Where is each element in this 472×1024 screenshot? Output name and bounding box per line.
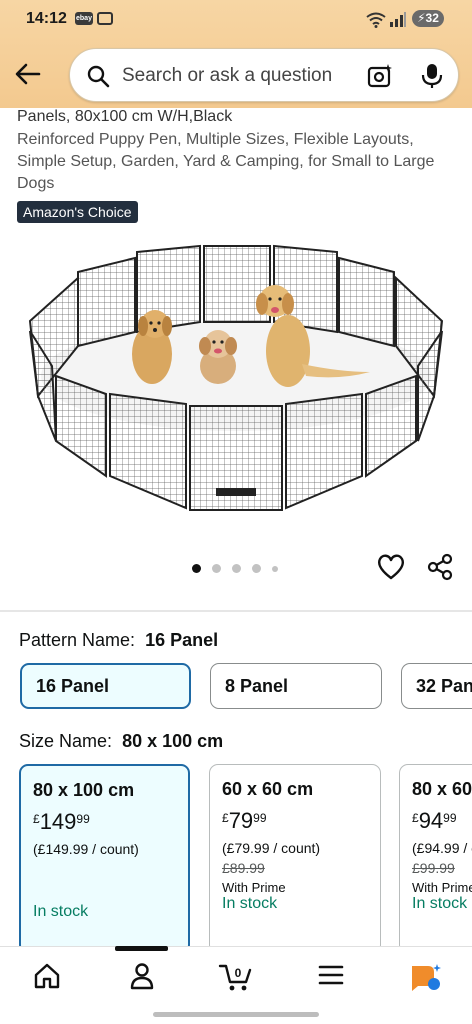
dog-middle: [199, 330, 237, 384]
price-whole: 94: [418, 808, 444, 833]
rufus-icon[interactable]: [408, 962, 442, 992]
size-option-price: £9499: [412, 808, 472, 834]
size-option-price: £14999: [33, 809, 176, 835]
size-label-text: Size Name:: [19, 731, 113, 751]
pattern-label-text: Pattern Name:: [19, 630, 136, 650]
home-icon[interactable]: [33, 962, 61, 990]
account-icon[interactable]: [128, 962, 156, 990]
product-image[interactable]: [20, 236, 452, 526]
price-currency: £: [33, 812, 40, 826]
battery-level: 32: [425, 11, 439, 25]
price-currency: £: [222, 811, 229, 825]
share-icon[interactable]: [426, 553, 454, 581]
size-selected-value: 80 x 100 cm: [122, 731, 224, 751]
heart-icon[interactable]: [376, 553, 406, 581]
wifi-icon: [366, 12, 386, 28]
size-option-stock: In stock: [33, 903, 89, 920]
search-bar[interactable]: Search or ask a question: [69, 48, 459, 102]
home-gesture-bar[interactable]: [153, 1012, 319, 1017]
carousel-dot[interactable]: [232, 564, 241, 573]
active-tab-indicator: [115, 946, 168, 951]
size-name-label: Size Name: 80 x 100 cm: [19, 731, 223, 752]
amazons-choice-badge: Amazon's Choice: [17, 201, 138, 223]
size-option-unit-price: (£149.99 / count): [33, 841, 139, 857]
size-option-card[interactable]: 60 x 60 cm £7999 (£79.99 / count) £89.99…: [209, 764, 381, 954]
size-option-name: 80 x 100 cm: [33, 780, 135, 800]
status-bar: 14:12 ebay ⚡32: [0, 0, 472, 38]
size-option-was-price: £99.99: [412, 860, 455, 876]
size-option-card[interactable]: 80 x 100 cm £14999 (£149.99 / count) In …: [19, 764, 190, 954]
search-input[interactable]: Search or ask a question: [122, 65, 332, 87]
signal-icon: [390, 12, 406, 27]
price-fraction: 99: [76, 812, 90, 826]
size-option-name: 80 x 60 cm: [412, 779, 472, 799]
battery-icon: ⚡32: [412, 10, 444, 27]
pattern-option-16-panel[interactable]: 16 Panel: [20, 663, 191, 709]
size-option-prime-label: With Prime: [222, 880, 286, 895]
price-whole: 149: [39, 809, 77, 834]
back-arrow-icon[interactable]: [14, 60, 42, 88]
pattern-option-32-panel[interactable]: 32 Panel: [401, 663, 472, 709]
cart-count: 0: [235, 966, 242, 980]
status-time: 14:12: [26, 10, 67, 27]
cart-icon[interactable]: 0: [218, 962, 254, 992]
product-title: Reinforced Puppy Pen, Multiple Sizes, Fl…: [17, 131, 435, 192]
microphone-icon[interactable]: [420, 62, 444, 90]
price-currency: £: [412, 811, 419, 825]
size-option-price: £7999: [222, 808, 368, 834]
section-divider: [0, 610, 472, 612]
camera-lens-icon[interactable]: [366, 62, 394, 90]
header: 14:12 ebay ⚡32 Search or ask a question: [0, 0, 472, 108]
screen-cast-icon: [97, 12, 113, 25]
size-option-unit-price: (£94.99 / count): [412, 840, 472, 856]
carousel-dot[interactable]: [192, 564, 201, 573]
price-whole: 79: [228, 808, 254, 833]
size-option-card[interactable]: 80 x 60 cm £9499 (£94.99 / count) £99.99…: [399, 764, 472, 954]
product-title-line: Panels, 80x100 cm W/H,Black: [17, 108, 233, 125]
menu-icon[interactable]: [318, 962, 344, 988]
pattern-option-8-panel[interactable]: 8 Panel: [210, 663, 382, 709]
size-option-prime-label: With Prime: [412, 880, 472, 895]
carousel-dot[interactable]: [272, 566, 278, 572]
size-option-was-price: £89.99: [222, 860, 265, 876]
carousel-dot[interactable]: [212, 564, 221, 573]
pattern-name-label: Pattern Name: 16 Panel: [19, 630, 218, 651]
size-option-stock: In stock: [412, 895, 468, 912]
carousel-dot[interactable]: [252, 564, 261, 573]
ebay-notification-icon: ebay: [75, 12, 93, 25]
search-icon: [87, 65, 110, 88]
size-option-stock: In stock: [222, 895, 278, 912]
size-option-name: 60 x 60 cm: [222, 779, 314, 799]
price-fraction: 99: [253, 811, 267, 825]
price-fraction: 99: [443, 811, 457, 825]
image-carousel-dots: [190, 562, 290, 574]
pattern-selected-value: 16 Panel: [145, 630, 219, 650]
size-option-unit-price: (£79.99 / count): [222, 840, 321, 856]
